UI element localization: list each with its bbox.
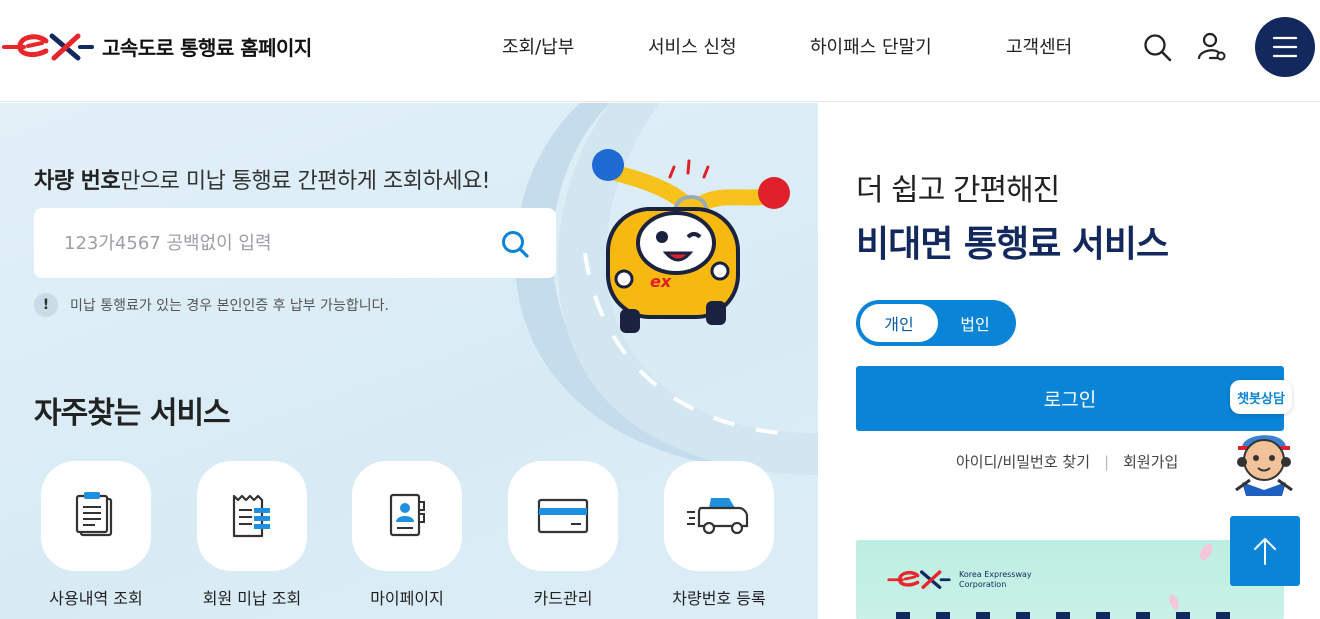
nav-service-apply[interactable]: 서비스 신청 (648, 33, 737, 59)
menu-icon (1272, 36, 1298, 58)
scroll-top-button[interactable] (1230, 516, 1300, 586)
search-title-bold: 차량 번호 (34, 169, 121, 194)
profile-card-icon (389, 493, 425, 537)
nav-inquiry-payment[interactable]: 조회/납부 (502, 33, 574, 59)
service-icon-tile (508, 461, 618, 571)
ex-logo-icon (887, 570, 951, 589)
member-type-toggle: 개인 법인 (856, 300, 1016, 346)
search-icon[interactable] (1143, 33, 1173, 63)
mascot-car-illustration: ex (592, 149, 790, 333)
service-label: 차량번호 등록 (672, 589, 766, 608)
service-vehicle-register[interactable]: 차량번호 등록 (644, 461, 794, 619)
service-card-management[interactable]: 카드관리 (488, 461, 638, 619)
clipboard-icon (75, 492, 113, 537)
notice-text: 미납 통행료가 있는 경우 본인인증 후 납부 가능합니다. (70, 298, 389, 314)
tab-corporate[interactable]: 법인 (938, 304, 1012, 342)
site-header: 고속도로 통행료 홈페이지 조회/납부 서비스 신청 하이패스 단말기 고객센터 (0, 0, 1320, 102)
login-subtitle: 더 쉽고 간편해진 (856, 173, 1060, 208)
service-label: 카드관리 (533, 589, 593, 608)
account-links: 아이디/비밀번호 찾기 | 회원가입 (956, 451, 1178, 472)
search-submit-icon[interactable] (499, 228, 531, 260)
chatbot-label: 챗봇상담 (1230, 380, 1292, 414)
signup-link[interactable]: 회원가입 (1123, 451, 1178, 472)
link-divider: | (1104, 452, 1110, 471)
vehicle-number-input[interactable] (64, 208, 494, 278)
menu-button[interactable] (1255, 17, 1315, 77)
arrow-up-icon (1254, 538, 1276, 565)
banner-headline-fragment (896, 612, 1246, 619)
search-title: 차량 번호만으로 미납 통행료 간편하게 조회하세요! (34, 163, 490, 195)
find-id-password-link[interactable]: 아이디/비밀번호 찾기 (956, 451, 1090, 472)
unpaid-search-section: 차량 번호만으로 미납 통행료 간편하게 조회하세요! ! 미납 통행료가 있는… (0, 103, 818, 619)
exclamation-icon: ! (34, 293, 58, 317)
chatbot-button[interactable]: 챗봇상담 (1228, 378, 1302, 498)
nav-hipass-device[interactable]: 하이패스 단말기 (810, 33, 932, 59)
corporation-name: Korea Expressway Corporation (959, 570, 1032, 590)
service-icon-tile (41, 461, 151, 571)
promo-banner[interactable]: Korea Expressway Corporation (856, 540, 1284, 619)
service-member-unpaid[interactable]: 회원 미납 조회 (177, 461, 327, 619)
login-title: 비대면 통행료 서비스 (856, 224, 1169, 265)
service-icon-tile (197, 461, 307, 571)
corp-line-1: Korea Expressway (959, 570, 1032, 579)
login-button[interactable]: 로그인 (856, 366, 1284, 431)
service-label: 회원 미납 조회 (202, 589, 302, 608)
service-icon-tile (352, 461, 462, 571)
corp-line-2: Corporation (959, 580, 1007, 589)
service-icon-tile (664, 461, 774, 571)
vehicle-search-box (34, 208, 556, 278)
tab-personal[interactable]: 개인 (860, 304, 938, 342)
chatbot-mascot-icon (1235, 435, 1293, 496)
nav-customer-center[interactable]: 고객센터 (1006, 33, 1072, 59)
user-icon[interactable] (1197, 31, 1227, 63)
service-label: 마이페이지 (370, 589, 444, 608)
search-title-rest: 만으로 미납 통행료 간편하게 조회하세요! (120, 169, 490, 194)
payment-notice: ! 미납 통행료가 있는 경우 본인인증 후 납부 가능합니다. (34, 293, 389, 317)
service-label: 사용내역 조회 (49, 589, 143, 608)
favorites-title: 자주찾는 서비스 (34, 396, 231, 431)
svg-text:ex: ex (650, 272, 672, 291)
service-mypage[interactable]: 마이페이지 (332, 461, 482, 619)
main-nav: 조회/납부 서비스 신청 하이패스 단말기 고객센터 (0, 33, 1320, 63)
credit-card-icon (537, 498, 589, 534)
service-usage-history[interactable]: 사용내역 조회 (21, 461, 171, 619)
car-icon (687, 498, 749, 535)
receipt-icon (232, 494, 270, 538)
